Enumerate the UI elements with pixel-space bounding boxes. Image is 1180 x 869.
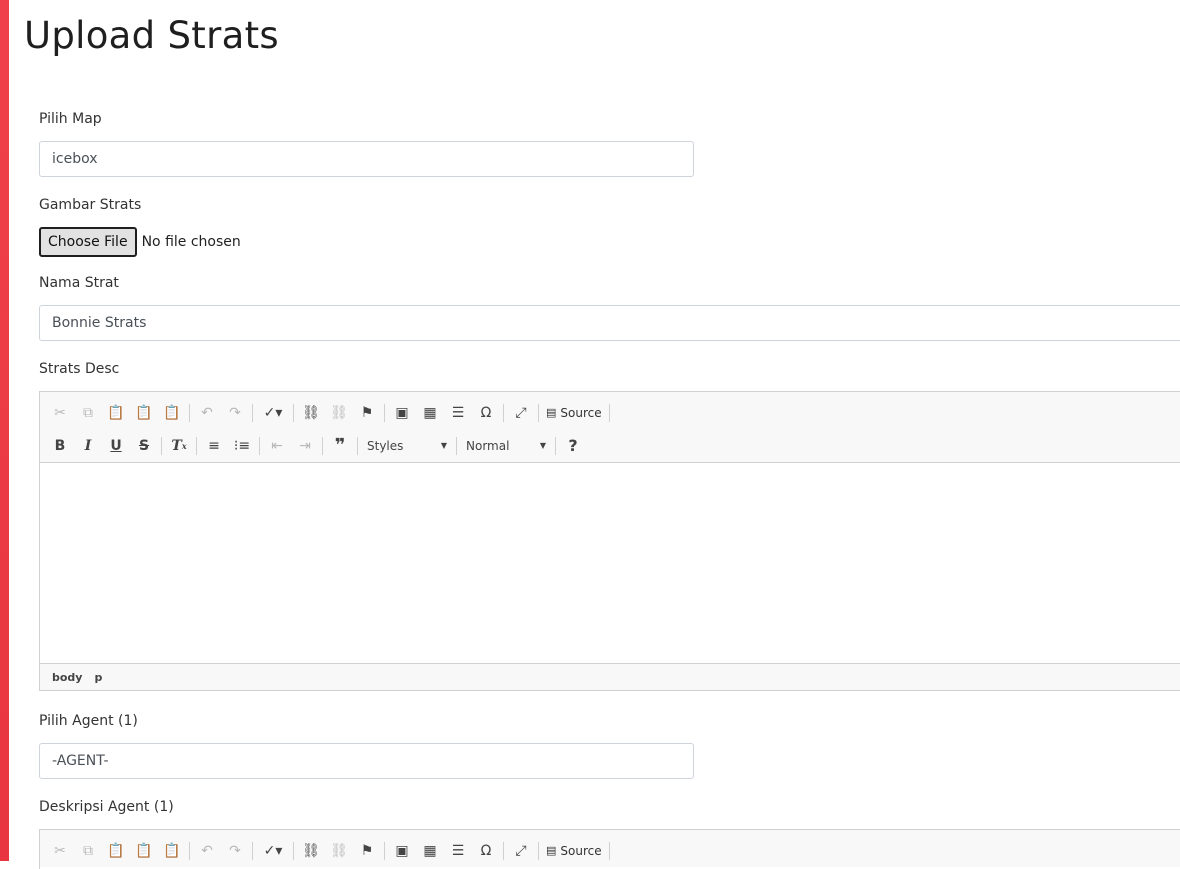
- toolbar-separator: [252, 403, 253, 422]
- link-icon[interactable]: ⛓: [297, 400, 325, 426]
- choose-file-button[interactable]: Choose File: [39, 227, 137, 257]
- bulleted-list-icon[interactable]: ⁝≡: [228, 433, 256, 459]
- horizontal-line-icon[interactable]: ☰: [444, 400, 472, 426]
- toolbar-separator: [322, 436, 323, 455]
- name-input[interactable]: Bonnie Strats: [39, 305, 1180, 341]
- source-icon: ▤: [546, 844, 557, 857]
- toolbar-separator: [357, 436, 358, 455]
- undo-icon[interactable]: ↶: [193, 838, 221, 864]
- spellcheck-icon[interactable]: ✓▾: [256, 838, 290, 864]
- toolbar-separator: [538, 841, 539, 860]
- format-dropdown[interactable]: Normal ▼: [460, 435, 552, 457]
- source-icon: ▤: [546, 406, 557, 419]
- styles-dropdown[interactable]: Styles ▼: [361, 435, 453, 457]
- spellcheck-icon[interactable]: ✓▾: [256, 400, 290, 426]
- editor-toolbar: ✂ ⧉ 📋 📋 📋 ↶ ↷ ✓▾ ⛓ ⛓ ⚑ ▣ ▦ ☰ Ω ⤢ ▤ Sourc…: [40, 830, 1180, 867]
- agent-select[interactable]: -AGENT-: [39, 743, 694, 779]
- anchor-icon[interactable]: ⚑: [353, 400, 381, 426]
- file-input[interactable]: Choose File No file chosen: [39, 227, 241, 257]
- styles-label: Styles: [367, 438, 404, 453]
- toolbar-separator: [503, 403, 504, 422]
- table-icon[interactable]: ▦: [416, 838, 444, 864]
- accent-bar: [0, 0, 9, 861]
- name-label: Nama Strat: [39, 275, 119, 291]
- paste-word-icon[interactable]: 📋: [158, 400, 186, 426]
- paste-icon[interactable]: 📋: [102, 838, 130, 864]
- special-char-icon[interactable]: Ω: [472, 838, 500, 864]
- undo-icon[interactable]: ↶: [193, 400, 221, 426]
- link-icon[interactable]: ⛓: [297, 838, 325, 864]
- toolbar-separator: [196, 436, 197, 455]
- toolbar-separator: [555, 436, 556, 455]
- maximize-icon[interactable]: ⤢: [507, 838, 535, 864]
- toolbar-separator: [608, 841, 610, 860]
- redo-icon[interactable]: ↷: [221, 400, 249, 426]
- bold-icon[interactable]: B: [46, 433, 74, 459]
- editor-toolbar: ✂ ⧉ 📋 📋 📋 ↶ ↷ ✓▾ ⛓ ⛓ ⚑ ▣ ▦ ☰ Ω ⤢ ▤ Sourc…: [40, 392, 1180, 463]
- numbered-list-icon[interactable]: ≡: [200, 433, 228, 459]
- source-button[interactable]: ▤ Source: [542, 400, 606, 426]
- remove-format-icon[interactable]: Tx: [165, 433, 193, 459]
- file-status: No file chosen: [141, 234, 241, 250]
- path-item-body[interactable]: body: [52, 671, 82, 684]
- toolbar-separator: [189, 403, 190, 422]
- toolbar-separator: [293, 403, 294, 422]
- anchor-icon[interactable]: ⚑: [353, 838, 381, 864]
- italic-icon[interactable]: I: [74, 433, 102, 459]
- toolbar-separator: [503, 841, 504, 860]
- table-icon[interactable]: ▦: [416, 400, 444, 426]
- paste-word-icon[interactable]: 📋: [158, 838, 186, 864]
- toolbar-separator: [384, 841, 385, 860]
- image-icon[interactable]: ▣: [388, 838, 416, 864]
- special-char-icon[interactable]: Ω: [472, 400, 500, 426]
- agent-desc-editor: ✂ ⧉ 📋 📋 📋 ↶ ↷ ✓▾ ⛓ ⛓ ⚑ ▣ ▦ ☰ Ω ⤢ ▤ Sourc…: [39, 829, 1180, 869]
- blockquote-icon[interactable]: ❞: [326, 433, 354, 459]
- toolbar-separator: [161, 436, 162, 455]
- toolbar-separator: [456, 436, 457, 455]
- toolbar-separator: [252, 841, 253, 860]
- desc-label: Strats Desc: [39, 361, 120, 377]
- copy-icon[interactable]: ⧉: [74, 838, 102, 864]
- help-icon[interactable]: ?: [559, 433, 587, 459]
- horizontal-line-icon[interactable]: ☰: [444, 838, 472, 864]
- map-select[interactable]: icebox: [39, 141, 694, 177]
- paste-text-icon[interactable]: 📋: [130, 400, 158, 426]
- copy-icon[interactable]: ⧉: [74, 400, 102, 426]
- strike-icon[interactable]: S: [130, 433, 158, 459]
- format-label: Normal: [466, 438, 510, 453]
- maximize-icon[interactable]: ⤢: [507, 400, 535, 426]
- image-icon[interactable]: ▣: [388, 400, 416, 426]
- toolbar-separator: [384, 403, 385, 422]
- image-label: Gambar Strats: [39, 197, 142, 213]
- cut-icon[interactable]: ✂: [46, 838, 74, 864]
- toolbar-separator: [293, 841, 294, 860]
- toolbar-separator: [538, 403, 539, 422]
- underline-icon[interactable]: U: [102, 433, 130, 459]
- agent-label: Pilih Agent (1): [39, 713, 138, 729]
- indent-icon[interactable]: ⇥: [291, 433, 319, 459]
- editor-path-bar: body p: [40, 663, 1180, 690]
- unlink-icon[interactable]: ⛓: [325, 400, 353, 426]
- source-label: Source: [560, 405, 602, 420]
- toolbar-separator: [608, 403, 610, 422]
- cut-icon[interactable]: ✂: [46, 400, 74, 426]
- toolbar-separator: [189, 841, 190, 860]
- source-label: Source: [560, 843, 602, 858]
- toolbar-separator: [259, 436, 260, 455]
- map-label: Pilih Map: [39, 111, 102, 127]
- chevron-down-icon: ▼: [539, 441, 546, 450]
- source-button[interactable]: ▤ Source: [542, 838, 606, 864]
- paste-icon[interactable]: 📋: [102, 400, 130, 426]
- page-title: Upload Strats: [24, 14, 279, 57]
- desc-editor: ✂ ⧉ 📋 📋 📋 ↶ ↷ ✓▾ ⛓ ⛓ ⚑ ▣ ▦ ☰ Ω ⤢ ▤ Sourc…: [39, 391, 1180, 691]
- agent-desc-label: Deskripsi Agent (1): [39, 799, 174, 815]
- editor-content-area[interactable]: [40, 463, 1180, 663]
- chevron-down-icon: ▼: [440, 441, 447, 450]
- redo-icon[interactable]: ↷: [221, 838, 249, 864]
- unlink-icon[interactable]: ⛓: [325, 838, 353, 864]
- path-item-p[interactable]: p: [94, 671, 102, 684]
- paste-text-icon[interactable]: 📋: [130, 838, 158, 864]
- outdent-icon[interactable]: ⇤: [263, 433, 291, 459]
